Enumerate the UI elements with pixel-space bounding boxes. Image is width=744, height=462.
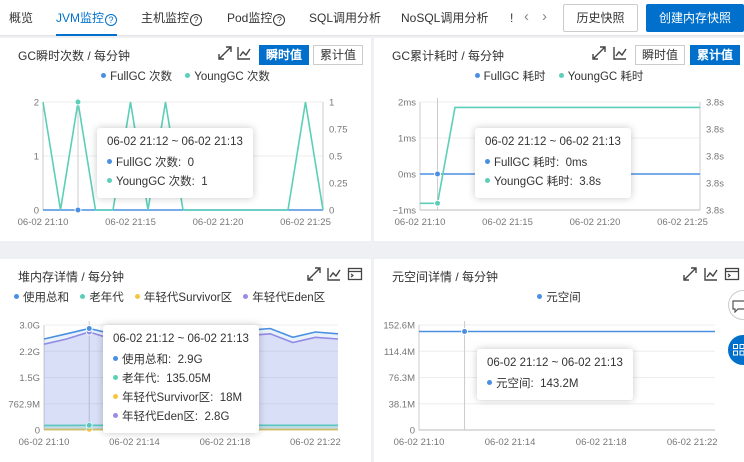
tooltip-time: 06-02 21:12 ~ 06-02 21:13 [113, 333, 249, 345]
chart-tooltip: 06-02 21:12 ~ 06-02 21:13 元空间: 143.2M [477, 349, 633, 400]
tooltip-dot [107, 178, 112, 183]
grid-icon [733, 344, 744, 356]
tab-overview[interactable]: 概览 [9, 0, 33, 36]
tab-host-monitor[interactable]: 主机监控? [141, 0, 203, 36]
tooltip-time: 06-02 21:12 ~ 06-02 21:13 [107, 136, 243, 148]
chevron-left-icon[interactable]: ‹ [524, 8, 529, 25]
x-tick-label: 06-02 21:10 [19, 437, 70, 448]
top-tab-bar: 概览 JVM监控? 主机监控? Pod监控? SQL调用分析 NoSQL调用分析… [0, 0, 744, 36]
y-tick-label: 0 [410, 426, 415, 437]
help-icon[interactable]: ? [190, 14, 203, 26]
x-tick-label: 06-02 21:10 [18, 217, 69, 228]
gc-count-panel: GC瞬时次数 / 每分钟 瞬时值 累计值 FullGC 次数 YoungGC 次… [0, 38, 371, 241]
series-point-1 [434, 170, 441, 178]
tooltip-row: YoungGC 次数: 1 [107, 173, 243, 192]
tab-jvm-monitor[interactable]: JVM监控? [56, 0, 118, 36]
y-tick-label: 114.4M [384, 347, 415, 358]
tooltip-dot [107, 159, 112, 164]
y-tick-label: −1ms [393, 206, 417, 217]
y-tick-label: 0 [34, 206, 39, 217]
tooltip-row: 年轻代Survivor区: 18M [113, 389, 249, 408]
y-tick-label: 3.0G [19, 321, 40, 332]
tooltip-dot [113, 375, 118, 380]
chart-tooltip: 06-02 21:12 ~ 06-02 21:13 FullGC 次数: 0 Y… [97, 128, 253, 198]
chart-tooltip: 06-02 21:12 ~ 06-02 21:13 FullGC 耗时: 0ms… [475, 128, 631, 198]
gc-time-panel: GC累计耗时 / 每分钟 瞬时值 累计值 FullGC 耗时 YoungGC 耗… [374, 38, 744, 241]
chart-tooltip: 06-02 21:12 ~ 06-02 21:13 使用总和: 2.9G 老年代… [103, 325, 259, 433]
series-point-1 [461, 327, 469, 335]
x-tick-label: 06-02 21:15 [482, 217, 533, 228]
tab-overflow[interactable]: ! [510, 0, 513, 36]
series-point-1 [74, 206, 82, 214]
help-icon[interactable]: ? [273, 14, 286, 26]
y2-tick-label: 3.8s [706, 98, 724, 109]
x-tick-label: 06-02 21:15 [105, 217, 156, 228]
tooltip-time: 06-02 21:12 ~ 06-02 21:13 [487, 357, 623, 369]
tab-pod-monitor[interactable]: Pod监控? [227, 0, 286, 36]
x-tick-label: 06-02 21:20 [193, 217, 244, 228]
x-tick-label: 06-02 21:22 [290, 437, 341, 448]
y2-tick-label: 3.8s [706, 179, 724, 190]
y-tick-label: 38.1M [389, 399, 415, 410]
create-memory-snapshot-button[interactable]: 创建内存快照 [646, 4, 744, 32]
y2-tick-label: 1 [329, 98, 334, 109]
x-tick-label: 06-02 21:25 [280, 217, 331, 228]
y2-tick-label: 3.8s [706, 206, 724, 217]
chevron-right-icon[interactable]: › [542, 8, 547, 25]
y-tick-label: 1ms [398, 134, 416, 145]
tooltip-row: YoungGC 耗时: 3.8s [485, 173, 621, 192]
series-point-2 [434, 199, 441, 207]
tooltip-dot [113, 394, 118, 399]
y2-tick-label: 3.8s [706, 152, 724, 163]
x-tick-label: 06-02 21:14 [485, 437, 536, 448]
chat-icon [732, 300, 744, 313]
series-point-2 [74, 98, 82, 106]
tooltip-row: FullGC 次数: 0 [107, 154, 243, 173]
series-point-1 [85, 325, 93, 332]
y-tick-label: 76.3M [389, 373, 415, 384]
tooltip-row: FullGC 耗时: 0ms [485, 154, 621, 173]
tooltip-dot [113, 356, 118, 361]
tooltip-time: 06-02 21:12 ~ 06-02 21:13 [485, 136, 621, 148]
x-tick-label: 06-02 21:18 [576, 437, 627, 448]
tooltip-dot [485, 178, 490, 183]
x-tick-label: 06-02 21:22 [667, 437, 718, 448]
y2-tick-label: 0.5 [329, 152, 342, 163]
tooltip-dot [487, 380, 492, 385]
y-tick-label: 2 [34, 98, 39, 109]
tab-nosql-analysis[interactable]: NoSQL调用分析 [401, 0, 488, 36]
y-tick-label: 0 [35, 426, 40, 437]
y2-tick-label: 3.8s [706, 125, 724, 136]
y-tick-label: 0ms [398, 170, 416, 181]
heap-memory-panel: 堆内存详情 / 每分钟 使用总和 老年代 年轻代Survivor区 年轻代Ede… [0, 259, 371, 462]
metaspace-panel: 元空间详情 / 每分钟 元空间 0 38.1M 76.3M 114.4M 152.6M 0… [374, 259, 744, 462]
x-tick-label: 06-02 21:14 [109, 437, 160, 448]
history-snapshot-button[interactable]: 历史快照 [563, 4, 638, 32]
x-tick-label: 06-02 21:20 [570, 217, 621, 228]
tooltip-dot [485, 159, 490, 164]
x-tick-label: 06-02 21:18 [200, 437, 251, 448]
y-tick-label: 152.6M [383, 321, 415, 332]
y-tick-label: 2ms [398, 98, 416, 109]
y2-tick-label: 0 [329, 206, 334, 217]
y2-tick-label: 0.75 [329, 125, 348, 136]
help-icon[interactable]: ? [105, 14, 118, 26]
tooltip-row: 年轻代Eden区: 2.8G [113, 408, 249, 427]
tab-sql-analysis[interactable]: SQL调用分析 [309, 0, 381, 36]
tooltip-row: 使用总和: 2.9G [113, 351, 249, 370]
tooltip-dot [113, 413, 118, 418]
x-tick-label: 06-02 21:10 [395, 217, 446, 228]
y-tick-label: 762.9M [8, 399, 40, 410]
x-tick-label: 06-02 21:25 [657, 217, 708, 228]
x-tick-label: 06-02 21:10 [394, 437, 445, 448]
y-tick-label: 1 [34, 152, 39, 163]
y-tick-label: 2.2G [19, 347, 40, 358]
tooltip-row: 元空间: 143.2M [487, 375, 623, 394]
y-tick-label: 1.5G [19, 373, 40, 384]
tooltip-row: 老年代: 135.05M [113, 370, 249, 389]
y2-tick-label: 0.25 [329, 179, 348, 190]
